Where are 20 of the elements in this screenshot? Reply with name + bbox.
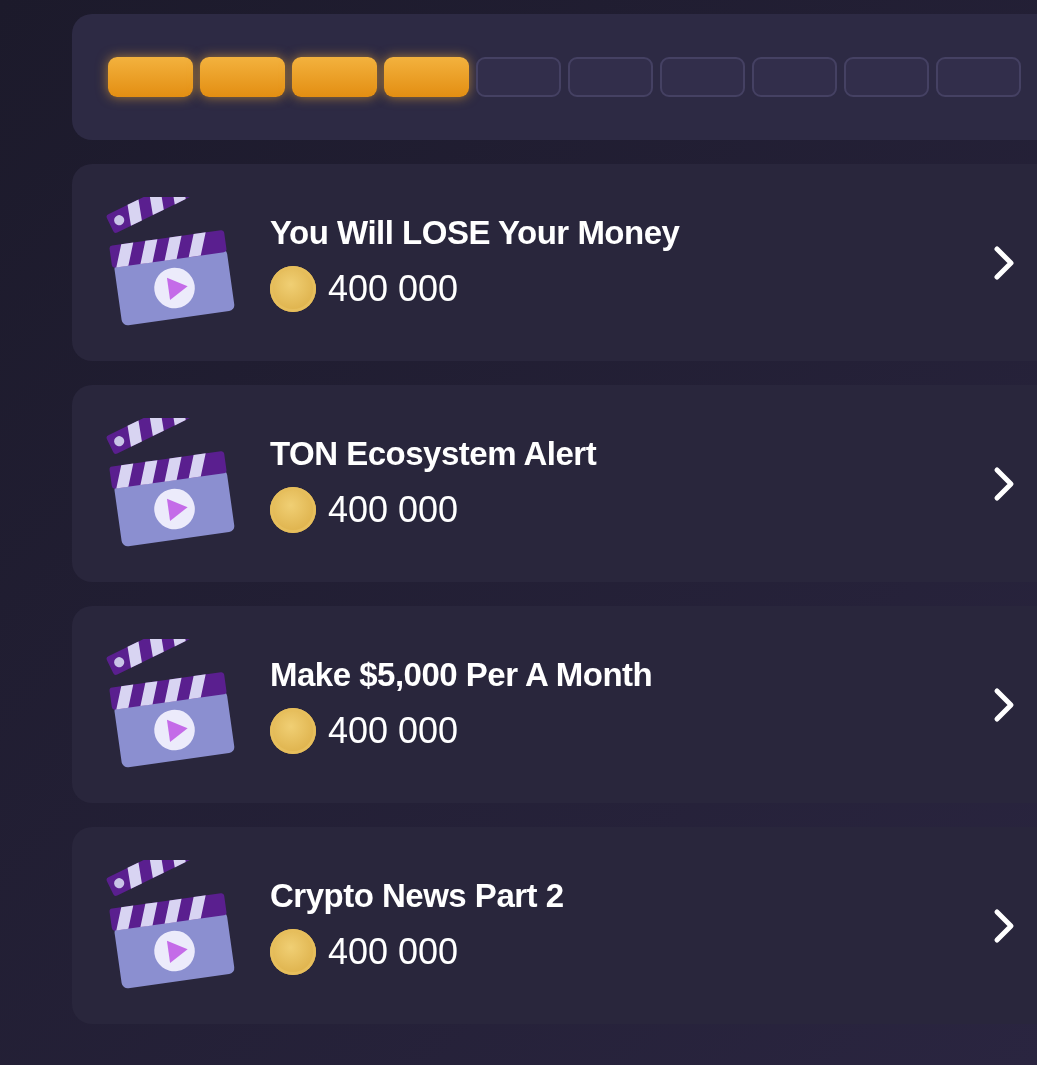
task-title: TON Ecosystem Alert bbox=[270, 434, 598, 473]
task-card[interactable]: You Will LOSE Your Money 400 000 bbox=[72, 164, 1037, 361]
reward-amount: 400 000 bbox=[328, 930, 459, 973]
task-title: Crypto News Part 2 bbox=[270, 876, 565, 915]
coin-icon bbox=[270, 265, 316, 312]
coin-icon bbox=[270, 707, 316, 754]
coin-icon bbox=[270, 928, 316, 975]
coin-icon bbox=[270, 486, 316, 533]
reward-amount: 400 000 bbox=[328, 709, 459, 752]
task-title: Make $5,000 Per A Month bbox=[270, 655, 654, 694]
task-card[interactable]: Crypto News Part 2 400 000 bbox=[72, 827, 1037, 1024]
chevron-right-icon bbox=[992, 244, 1016, 281]
task-card[interactable]: TON Ecosystem Alert 400 000 bbox=[72, 385, 1037, 582]
reward-amount: 400 000 bbox=[328, 488, 459, 531]
chevron-right-icon bbox=[992, 465, 1016, 502]
chevron-right-icon bbox=[992, 907, 1016, 944]
task-title: You Will LOSE Your Money bbox=[270, 213, 681, 252]
task-card[interactable]: Make $5,000 Per A Month 400 000 bbox=[72, 606, 1037, 803]
reward-amount: 400 000 bbox=[328, 267, 459, 310]
chevron-right-icon bbox=[992, 686, 1016, 723]
